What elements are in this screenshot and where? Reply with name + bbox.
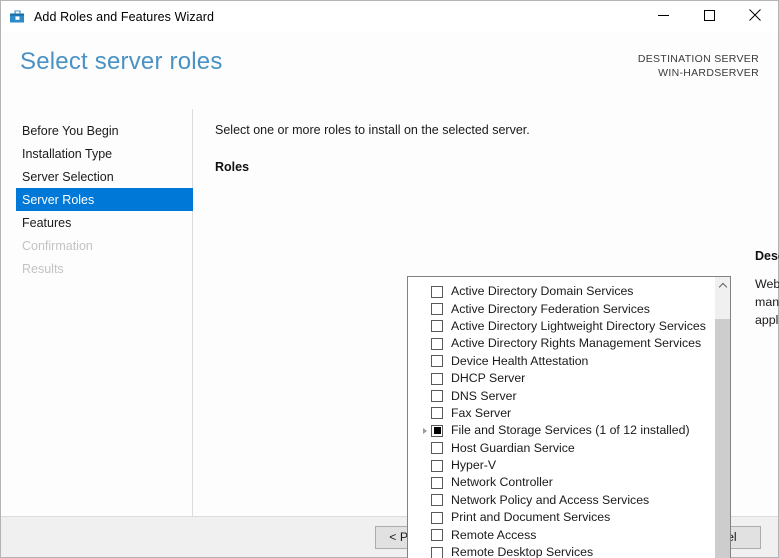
role-checkbox[interactable]: [431, 303, 443, 316]
role-checkbox[interactable]: [431, 390, 443, 403]
role-label: Hyper-V: [451, 458, 497, 473]
role-checkbox[interactable]: [431, 407, 443, 420]
instruction-text: Select one or more roles to install on t…: [215, 123, 530, 137]
role-label: Remote Desktop Services: [451, 545, 594, 558]
role-label: Device Health Attestation: [451, 353, 589, 368]
toolbox-icon: [9, 8, 26, 25]
sidebar-item-results: Results: [1, 257, 192, 280]
roles-listbox[interactable]: Active Directory Domain Services Active D…: [407, 276, 731, 558]
sidebar-item-features[interactable]: Features: [1, 211, 192, 234]
minimize-button[interactable]: [640, 1, 686, 32]
scrollbar-thumb[interactable]: [714, 319, 730, 558]
role-list-item[interactable]: File and Storage Services (1 of 12 insta…: [408, 422, 714, 439]
role-label: Print and Document Services: [451, 510, 611, 525]
role-list-item[interactable]: Active Directory Lightweight Directory S…: [408, 318, 714, 335]
sidebar-item-label: Results: [22, 261, 64, 276]
role-list-item[interactable]: Device Health Attestation: [408, 353, 714, 370]
wizard-main-pane: Select one or more roles to install on t…: [193, 109, 779, 558]
close-button[interactable]: [732, 1, 778, 32]
roles-item-container: Active Directory Domain Services Active D…: [408, 277, 714, 558]
role-checkbox[interactable]: [431, 511, 443, 524]
role-label: Active Directory Federation Services: [451, 301, 650, 316]
sidebar-item-installation-type[interactable]: Installation Type: [1, 142, 192, 165]
sidebar-item-label: Features: [22, 215, 72, 230]
sidebar-item-server-selection[interactable]: Server Selection: [1, 165, 192, 188]
sidebar-item-before-you-begin[interactable]: Before You Begin: [1, 119, 192, 142]
role-checkbox[interactable]: [431, 459, 443, 472]
role-list-item[interactable]: Remote Access: [408, 526, 714, 543]
roles-group-label: Roles: [215, 160, 250, 174]
role-label: Active Directory Rights Management Servi…: [451, 336, 702, 351]
minimize-icon: [657, 8, 669, 26]
role-list-item[interactable]: Active Directory Rights Management Servi…: [408, 335, 714, 352]
description-heading: Description: [755, 249, 779, 263]
destination-server-label: DESTINATION SERVER: [637, 53, 759, 65]
window-title: Add Roles and Features Wizard: [34, 9, 215, 24]
wizard-body: Before You Begin Installation Type Serve…: [1, 109, 779, 558]
sidebar-item-label: Installation Type: [22, 146, 113, 161]
role-checkbox[interactable]: [431, 355, 443, 368]
role-checkbox[interactable]: [431, 494, 443, 507]
roles-scrollbar[interactable]: [714, 277, 730, 558]
add-roles-and-features-wizard-window: Add Roles and Features Wizard Select ser…: [0, 0, 779, 558]
role-label: File and Storage Services (1 of 12 insta…: [451, 423, 690, 438]
role-list-item[interactable]: Active Directory Federation Services: [408, 300, 714, 317]
role-list-item[interactable]: Network Policy and Access Services: [408, 492, 714, 509]
page-title: Select server roles: [20, 48, 223, 75]
role-label: Network Policy and Access Services: [451, 492, 650, 507]
role-label: Remote Access: [451, 527, 537, 542]
maximize-icon: [703, 8, 715, 26]
role-checkbox[interactable]: [431, 285, 443, 298]
expander-arrow-icon[interactable]: [418, 427, 431, 434]
role-list-item[interactable]: Network Controller: [408, 474, 714, 491]
chevron-up-icon: [718, 282, 727, 292]
maximize-button[interactable]: [686, 1, 732, 32]
chevron-right-icon: [422, 427, 427, 434]
role-label: Active Directory Lightweight Directory S…: [451, 318, 706, 333]
scrollbar-track[interactable]: [714, 294, 730, 558]
scrollbar-up-button[interactable]: [714, 277, 730, 294]
role-checkbox[interactable]: [431, 546, 443, 558]
role-label: Host Guardian Service: [451, 440, 575, 455]
role-checkbox[interactable]: [431, 372, 443, 385]
role-checkbox[interactable]: [431, 337, 443, 350]
role-checkbox[interactable]: [431, 476, 443, 489]
role-label: DHCP Server: [451, 371, 526, 386]
role-label: DNS Server: [451, 388, 517, 403]
header-band: Select server roles DESTINATION SERVER W…: [1, 32, 778, 109]
destination-server-block: DESTINATION SERVER WIN-HARDSERVER: [638, 52, 759, 80]
destination-server-name: WIN-HARDSERVER: [658, 67, 759, 79]
sidebar-item-label: Confirmation: [22, 238, 93, 253]
role-list-item[interactable]: DHCP Server: [408, 370, 714, 387]
sidebar-item-label: Before You Begin: [22, 123, 119, 138]
role-label: Fax Server: [451, 405, 512, 420]
close-icon: [749, 8, 761, 26]
role-label: Active Directory Domain Services: [451, 284, 634, 299]
description-body: Web Server (IIS) provides a reliable, ma…: [755, 277, 779, 327]
role-list-item[interactable]: Remote Desktop Services: [408, 544, 714, 558]
role-list-item[interactable]: Host Guardian Service: [408, 440, 714, 457]
window-controls: [640, 1, 778, 32]
role-checkbox[interactable]: [431, 442, 443, 455]
role-checkbox[interactable]: [431, 529, 443, 542]
sidebar-item-label: Server Selection: [22, 169, 114, 184]
role-label: Network Controller: [451, 475, 553, 490]
title-bar[interactable]: Add Roles and Features Wizard: [1, 1, 778, 32]
wizard-navigation: Before You Begin Installation Type Serve…: [1, 109, 193, 516]
sidebar-item-label: Server Roles: [22, 192, 95, 207]
role-checkbox[interactable]: [431, 424, 443, 437]
description-panel: Description Web Server (IIS) provides a …: [755, 249, 779, 329]
sidebar-item-confirmation: Confirmation: [1, 234, 192, 257]
role-list-item[interactable]: Hyper-V: [408, 457, 714, 474]
role-checkbox[interactable]: [431, 320, 443, 333]
sidebar-item-server-roles[interactable]: Server Roles: [16, 188, 193, 211]
role-list-item[interactable]: Active Directory Domain Services: [408, 283, 714, 300]
role-list-item[interactable]: Print and Document Services: [408, 509, 714, 526]
role-list-item[interactable]: DNS Server: [408, 387, 714, 404]
role-list-item[interactable]: Fax Server: [408, 405, 714, 422]
